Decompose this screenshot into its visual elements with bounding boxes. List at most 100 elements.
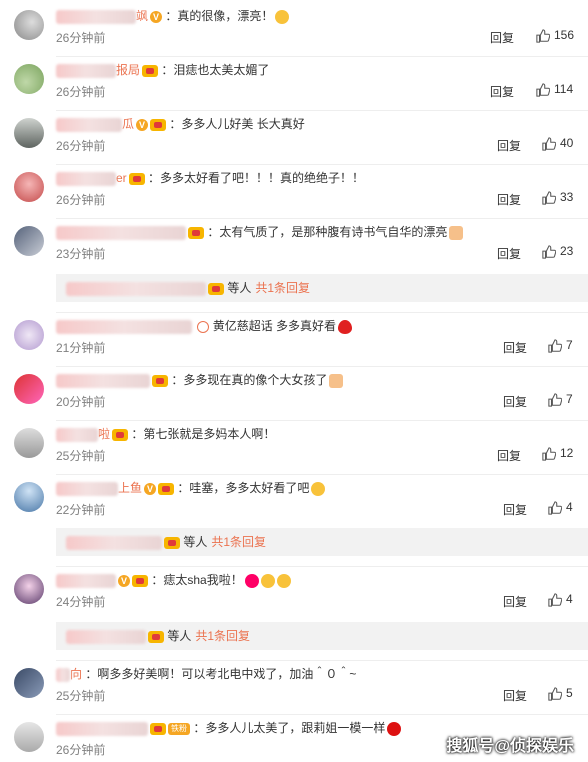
sub-reply-label: 等人 <box>183 535 208 549</box>
comment-time: 26分钟前 <box>56 743 106 757</box>
sub-reply-summary[interactable]: 等人 共1条回复 <box>56 274 588 302</box>
like-button[interactable]: 7 <box>548 391 573 407</box>
verified-icon: V <box>150 10 163 23</box>
avatar[interactable] <box>14 118 44 148</box>
comment-text: ：第七张就是多妈本人啊！ <box>131 427 276 441</box>
watermark-text: 搜狐号@侦探娱乐 <box>446 738 574 755</box>
level-badge-icon <box>188 226 204 239</box>
reply-button[interactable]: 回复 <box>490 29 514 46</box>
like-count: 7 <box>566 338 573 352</box>
reply-button[interactable]: 回复 <box>503 593 527 610</box>
sub-reply-count-link[interactable]: 共1条回复 <box>195 629 250 643</box>
divider <box>56 218 588 219</box>
comment-time: 21分钟前 <box>56 341 106 355</box>
like-button[interactable]: 4 <box>548 591 573 607</box>
comment-text: ：太有气质了，是那种腹有诗书气自华的漂亮 <box>207 225 448 239</box>
comment-author[interactable]: 瓜V ：多多人儿好美 长大真好 <box>56 116 305 132</box>
comment-time: 26分钟前 <box>56 193 106 207</box>
comment-text: 黄亿慈超话 多多真好看 <box>212 319 337 333</box>
rose-emoji-icon <box>387 721 402 736</box>
reply-button[interactable]: 回复 <box>497 191 521 208</box>
like-button[interactable]: 156 <box>536 27 574 43</box>
level-badge-icon <box>132 574 148 587</box>
avatar[interactable] <box>14 668 44 698</box>
reply-button[interactable]: 回复 <box>503 339 527 356</box>
level-badge-icon <box>128 172 145 185</box>
comment-row: V ：痣太sha我啦！ 24分钟前 回复 4 <box>0 570 588 618</box>
comment-row: 啦 ：第七张就是多妈本人啊！ 25分钟前 回复 12 <box>0 424 588 472</box>
avatar[interactable] <box>14 428 44 458</box>
thumbs-up-icon <box>542 137 556 151</box>
comment-time: 26分钟前 <box>56 139 106 153</box>
avatar[interactable] <box>14 320 44 350</box>
reply-button[interactable]: 回复 <box>497 137 521 154</box>
comment-author[interactable]: 啦 ：第七张就是多妈本人啊！ <box>56 426 275 442</box>
reply-button[interactable]: 回复 <box>497 447 521 464</box>
like-button[interactable]: 40 <box>542 135 573 151</box>
comment-author[interactable]: V ：痣太sha我啦！ <box>56 572 291 588</box>
level-badge-icon <box>152 374 168 387</box>
level-badge-icon <box>112 428 129 441</box>
avatar[interactable] <box>14 374 44 404</box>
level-badge-icon <box>208 282 224 295</box>
comment-author[interactable]: 向 ：啊多多好美啊！可以考北电中戏了，加油＾０＾~ <box>56 666 356 682</box>
reply-button[interactable]: 回复 <box>497 245 521 262</box>
reply-button[interactable]: 回复 <box>490 83 514 100</box>
reply-button[interactable]: 回复 <box>503 501 527 518</box>
verified-icon: V <box>136 118 149 131</box>
divider <box>56 566 588 567</box>
comment-text: ：真的很像，漂亮！ <box>165 9 274 23</box>
comment-row: 黄亿慈超话 多多真好看 21分钟前 回复 7 <box>0 316 588 364</box>
like-button[interactable]: 12 <box>542 445 573 461</box>
like-button[interactable]: 7 <box>548 337 573 353</box>
like-count: 156 <box>554 28 575 42</box>
comment-author[interactable]: 上鱼 V ：哇塞，多多太好看了吧 <box>56 480 326 496</box>
comment-time: 23分钟前 <box>56 247 106 261</box>
surprised-emoji-icon <box>275 9 290 24</box>
divider <box>56 714 588 715</box>
comment-author[interactable]: 报局 ：泪痣也太美太媚了 <box>56 62 269 78</box>
avatar[interactable] <box>14 482 44 512</box>
sub-reply-summary[interactable]: 等人 共1条回复 <box>56 622 588 650</box>
comment-text: ：泪痣也太美太媚了 <box>161 63 270 77</box>
comment-text: ：多多现在真的像个大女孩了 <box>171 373 328 387</box>
reply-button[interactable]: 回复 <box>503 393 527 410</box>
comment-author[interactable]: 飒V ：真的很像，漂亮！ <box>56 8 290 24</box>
like-count: 114 <box>554 82 574 96</box>
sub-reply-summary[interactable]: 等人 共1条回复 <box>56 528 588 556</box>
thumbs-up-icon <box>542 447 556 461</box>
comment-text: ：啊多多好美啊！可以考北电中戏了，加油＾０＾~ <box>85 667 357 681</box>
avatar[interactable] <box>14 226 44 256</box>
thumbs-up-icon <box>536 83 550 97</box>
like-count: 23 <box>560 244 574 258</box>
like-button[interactable]: 23 <box>542 243 573 259</box>
comment-text: ：多多太好看了吧！！！真的绝绝子！！ <box>148 171 365 185</box>
sad-emoji-icon <box>311 481 326 496</box>
reply-button[interactable]: 回复 <box>503 687 527 704</box>
avatar[interactable] <box>14 10 44 40</box>
heart-emoji-icon <box>244 573 259 588</box>
like-button[interactable]: 4 <box>548 499 573 515</box>
sub-reply-count-link[interactable]: 共1条回复 <box>255 281 310 295</box>
like-count: 5 <box>566 686 573 700</box>
avatar[interactable] <box>14 722 44 752</box>
divider <box>56 164 588 165</box>
thumbs-up-icon <box>548 339 562 353</box>
like-button[interactable]: 33 <box>542 189 573 205</box>
avatar[interactable] <box>14 172 44 202</box>
like-button[interactable]: 114 <box>536 81 573 97</box>
avatar[interactable] <box>14 64 44 94</box>
comment-time: 24分钟前 <box>56 595 106 609</box>
divider <box>56 312 588 313</box>
thumbs-up-icon <box>548 687 562 701</box>
comment-author[interactable]: 铁粉 ：多多人儿太美了，跟莉姐一模一样 <box>56 720 402 736</box>
like-button[interactable]: 5 <box>548 685 573 701</box>
comment-author[interactable]: ：多多现在真的像个大女孩了 <box>56 372 344 388</box>
level-badge-icon <box>164 536 180 549</box>
comment-author[interactable]: ：太有气质了，是那种腹有诗书气自华的漂亮 <box>56 224 464 240</box>
comment-author[interactable]: 黄亿慈超话 多多真好看 <box>56 318 353 334</box>
like-count: 33 <box>560 190 574 204</box>
avatar[interactable] <box>14 574 44 604</box>
sub-reply-count-link[interactable]: 共1条回复 <box>211 535 266 549</box>
comment-author[interactable]: er ：多多太好看了吧！！！真的绝绝子！！ <box>56 170 364 186</box>
